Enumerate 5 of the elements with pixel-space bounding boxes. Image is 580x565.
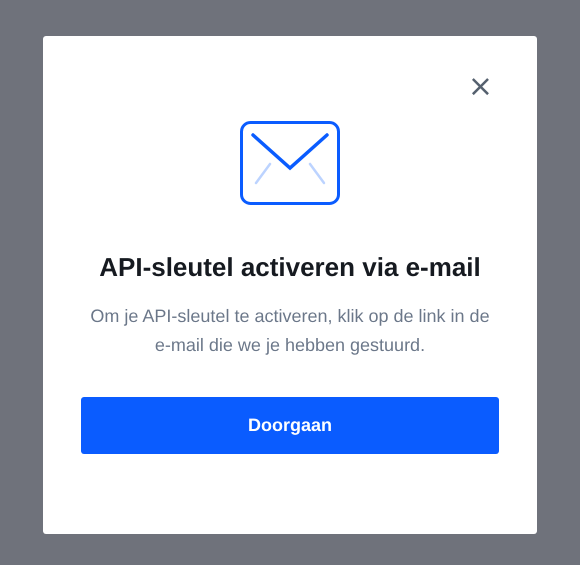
dialog-message: Om je API-sleutel te activeren, klik op de link in de e-mail die we je hebben gestuurd. xyxy=(89,305,491,357)
continue-button[interactable]: Doorgaan xyxy=(81,397,499,454)
envelope-icon xyxy=(240,121,340,205)
close-button[interactable]: × xyxy=(464,72,497,102)
dialog-title: API-sleutel activeren via e-mail xyxy=(98,251,482,284)
